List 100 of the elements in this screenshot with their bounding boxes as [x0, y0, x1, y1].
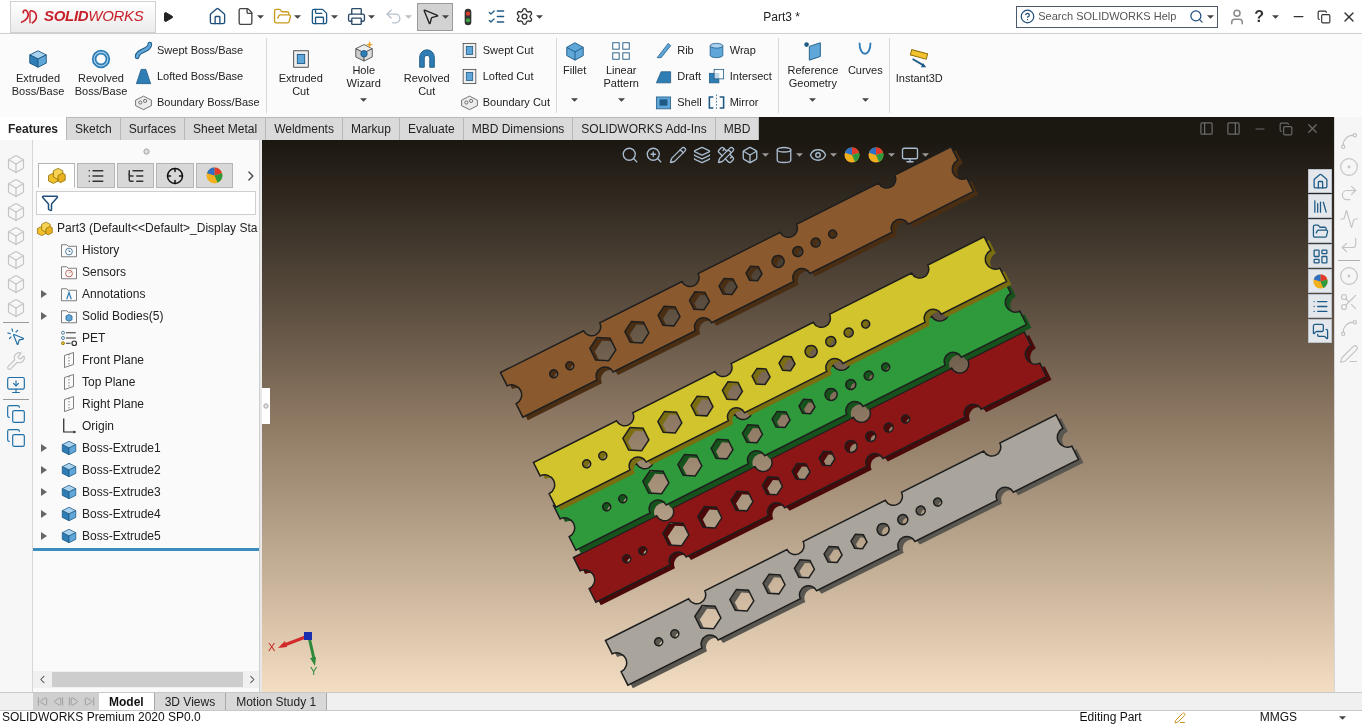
- task-pane-tab[interactable]: [1308, 269, 1332, 293]
- ribbon-button[interactable]: Draft: [654, 64, 704, 88]
- sheet-tab[interactable]: Model: [99, 693, 155, 710]
- filter-field[interactable]: [36, 191, 256, 215]
- ribbon-button[interactable]: Intersect: [706, 64, 774, 88]
- restore-icon[interactable]: [1317, 9, 1331, 24]
- ribbon-button[interactable]: Extruded Boss/Base: [8, 34, 68, 113]
- ribbon-button[interactable]: Shell: [654, 90, 704, 114]
- folder-icon: [273, 7, 292, 26]
- view-tool-button[interactable]: [620, 145, 640, 165]
- expand-arrow-icon[interactable]: [162, 10, 174, 23]
- command-tab[interactable]: Weldments: [266, 117, 343, 140]
- toolbar-button[interactable]: [417, 2, 453, 31]
- color-ball-icon: [843, 146, 861, 164]
- ribbon-button[interactable]: Swept Boss/Base: [134, 38, 262, 62]
- stacked-squares-icon[interactable]: [6, 404, 26, 424]
- tree-item[interactable]: Boss-Extrude3: [82, 483, 161, 501]
- tree-item[interactable]: Origin: [82, 417, 114, 435]
- ribbon-button[interactable]: Boundary Boss/Base: [134, 90, 262, 114]
- settings-icon: [515, 7, 534, 26]
- caret-icon: [294, 14, 301, 19]
- task-pane-tab[interactable]: [1308, 194, 1332, 218]
- view-tool-button[interactable]: [668, 145, 688, 165]
- ribbon-button[interactable]: Fillet: [561, 34, 589, 113]
- command-tab[interactable]: Sheet Metal: [185, 117, 267, 140]
- view-tool-button[interactable]: [842, 145, 862, 165]
- command-tab[interactable]: Surfaces: [120, 117, 186, 140]
- ribbon-button[interactable]: Rib: [654, 38, 704, 62]
- sheet-tab[interactable]: 3D Views: [154, 693, 227, 710]
- home-icon: [208, 7, 227, 26]
- view-tool-button[interactable]: [716, 145, 736, 165]
- panel-right-icon[interactable]: [1226, 121, 1241, 136]
- tree-item[interactable]: PET: [82, 329, 106, 347]
- task-pane-tab[interactable]: [1308, 244, 1332, 268]
- task-pane-tab[interactable]: [1308, 319, 1332, 343]
- search-box[interactable]: Search SOLIDWORKS Help: [1016, 5, 1219, 28]
- view-tool-button[interactable]: [740, 145, 770, 165]
- tree-item[interactable]: Part3 (Default<<Default>_Display Sta: [57, 219, 258, 237]
- caret-icon: [796, 153, 803, 157]
- grip-dot-icon[interactable]: [142, 147, 150, 155]
- caret-icon: [888, 153, 895, 157]
- undo-icon: [384, 7, 403, 26]
- color-ball-icon: [867, 146, 885, 164]
- cursor-click-icon[interactable]: [6, 327, 26, 347]
- ribbon-button[interactable]: Instant3D: [893, 34, 945, 113]
- panel-tab[interactable]: [116, 163, 155, 188]
- ribbon-button[interactable]: Boundary Cut: [459, 90, 552, 114]
- ribbon-button[interactable]: Curves: [845, 34, 885, 113]
- help-button[interactable]: ?: [1254, 8, 1264, 25]
- pencil-icon[interactable]: [1173, 711, 1186, 724]
- view-tool-button[interactable]: [644, 145, 664, 165]
- ribbon-button[interactable]: Hole Wizard: [333, 34, 394, 113]
- ribbon-button[interactable]: Wrap: [706, 38, 774, 62]
- ribbon-button[interactable]: Revolved Boss/Base: [71, 34, 131, 113]
- task-pane-tab[interactable]: [1308, 169, 1332, 193]
- command-tab[interactable]: Sketch: [67, 117, 121, 140]
- splitter-handle[interactable]: [262, 388, 270, 424]
- command-tab[interactable]: Evaluate: [399, 117, 464, 140]
- tree-item[interactable]: Top Plane: [82, 373, 136, 391]
- tree-item[interactable]: Boss-Extrude4: [82, 505, 161, 523]
- tree-item[interactable]: Sensors: [82, 263, 127, 281]
- command-tab[interactable]: Markup: [342, 117, 400, 140]
- brick-icon: [134, 92, 153, 112]
- view-tool-button[interactable]: [692, 145, 712, 165]
- panel-left-icon[interactable]: [1199, 121, 1214, 136]
- view-tool-button[interactable]: [866, 145, 896, 165]
- tree-item[interactable]: History: [82, 241, 120, 259]
- stacked-squares-icon[interactable]: [6, 428, 26, 448]
- view-tool-button[interactable]: [900, 145, 930, 165]
- command-tab[interactable]: SOLIDWORKS Add-Ins: [573, 117, 716, 140]
- tree-item[interactable]: Solid Bodies(5): [82, 307, 164, 325]
- ribbon-button[interactable]: Reference Geometry: [782, 34, 843, 113]
- command-tab[interactable]: Features: [0, 117, 68, 140]
- ribbon-button[interactable]: Mirror: [706, 90, 774, 114]
- command-tab[interactable]: MBD Dimensions: [463, 117, 574, 140]
- monitor-icon[interactable]: [6, 375, 26, 395]
- units-button[interactable]: MMGS: [1259, 711, 1297, 724]
- tree-item[interactable]: Right Plane: [82, 395, 145, 413]
- ribbon-button[interactable]: Revolved Cut: [396, 34, 457, 113]
- ribbon-button[interactable]: Swept Cut: [459, 38, 552, 62]
- view-tool-button[interactable]: [774, 145, 804, 165]
- task-pane-tab[interactable]: [1308, 294, 1332, 318]
- search-input[interactable]: Search SOLIDWORKS Help: [1038, 8, 1187, 25]
- cylinder-icon: [775, 146, 793, 164]
- tree-item[interactable]: Annotations: [82, 285, 146, 303]
- tree-item[interactable]: Boss-Extrude5: [82, 527, 161, 545]
- panel-tab[interactable]: [156, 163, 194, 188]
- horizontal-scrollbar[interactable]: [33, 671, 259, 688]
- ribbon-button[interactable]: Lofted Cut: [459, 64, 552, 88]
- tree-item[interactable]: Boss-Extrude1: [82, 439, 161, 457]
- ribbon-button[interactable]: Extruded Cut: [270, 34, 331, 113]
- command-tab[interactable]: MBD: [715, 117, 760, 140]
- ribbon-button[interactable]: Linear Pattern: [591, 34, 652, 113]
- task-pane-tab[interactable]: [1308, 219, 1332, 243]
- ribbon-button[interactable]: Lofted Boss/Base: [134, 64, 262, 88]
- scrollbar-thumb[interactable]: [51, 672, 244, 687]
- sheet-tab[interactable]: Motion Study 1: [226, 693, 328, 710]
- tree-item[interactable]: Boss-Extrude2: [82, 461, 161, 479]
- tree-item[interactable]: Front Plane: [82, 351, 145, 369]
- panel-tab[interactable]: [77, 163, 115, 188]
